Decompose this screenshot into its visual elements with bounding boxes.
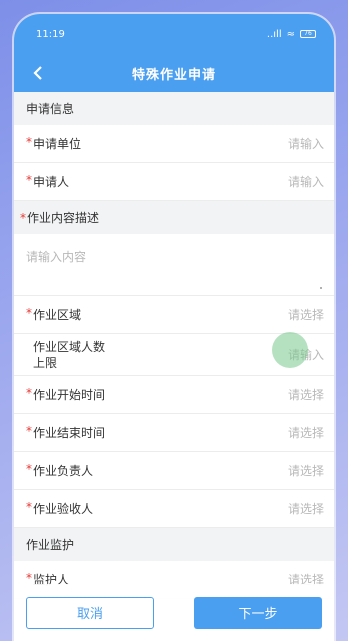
next-button[interactable]: 下一步 bbox=[194, 596, 322, 629]
status-icons: ..ıll ≈ 76 bbox=[267, 29, 316, 40]
phone-screen: 11:19 ..ıll ≈ 76 特殊作业申请 申请信息 * 申请单位 请输入 … bbox=[14, 14, 334, 641]
required-mark: * bbox=[26, 172, 32, 187]
required-mark: * bbox=[26, 385, 32, 400]
resize-handle-icon bbox=[320, 287, 322, 289]
field-label: * 申请人 bbox=[26, 172, 70, 189]
start-time-select[interactable]: 请选择 bbox=[288, 386, 324, 403]
signal-icon: ..ıll bbox=[266, 28, 282, 40]
field-responsible[interactable]: * 作业负责人 请选择 bbox=[14, 452, 334, 490]
required-mark: * bbox=[26, 570, 32, 585]
apply-unit-input[interactable]: 请输入 bbox=[288, 135, 324, 152]
footer-bar: 取消 下一步 bbox=[14, 584, 334, 641]
work-desc-textarea[interactable]: 请输入内容 bbox=[14, 234, 334, 296]
required-mark: * bbox=[26, 461, 32, 476]
work-area-select[interactable]: 请选择 bbox=[288, 306, 324, 323]
field-label: * 作业验收人 bbox=[26, 499, 94, 516]
field-end-time[interactable]: * 作业结束时间 请选择 bbox=[14, 414, 334, 452]
required-mark: * bbox=[26, 423, 32, 438]
nav-bar: 特殊作业申请 bbox=[14, 54, 334, 92]
work-desc-placeholder: 请输入内容 bbox=[26, 250, 87, 264]
field-label: * 作业区域 bbox=[26, 305, 82, 322]
wifi-icon: ≈ bbox=[286, 28, 295, 40]
required-mark: * bbox=[26, 134, 32, 149]
field-work-desc-label: * 作业内容描述 bbox=[14, 201, 334, 234]
chevron-left-icon bbox=[33, 66, 42, 80]
section-apply-info: 申请信息 bbox=[14, 92, 334, 125]
field-apply-unit[interactable]: * 申请单位 请输入 bbox=[14, 125, 334, 163]
touch-indicator bbox=[272, 332, 308, 368]
required-mark: * bbox=[20, 210, 26, 225]
status-time: 11:19 bbox=[36, 28, 65, 40]
applicant-input[interactable]: 请输入 bbox=[288, 173, 324, 190]
field-applicant[interactable]: * 申请人 请输入 bbox=[14, 163, 334, 201]
required-mark: * bbox=[26, 499, 32, 514]
page-title: 特殊作业申请 bbox=[131, 67, 216, 83]
field-label: * 作业负责人 bbox=[26, 461, 94, 478]
cancel-button[interactable]: 取消 bbox=[26, 596, 154, 629]
back-button[interactable] bbox=[28, 62, 48, 84]
battery-icon: 76 bbox=[300, 30, 316, 38]
field-acceptor[interactable]: * 作业验收人 请选择 bbox=[14, 490, 334, 528]
section-monitor: 作业监护 bbox=[14, 528, 334, 561]
acceptor-select[interactable]: 请选择 bbox=[288, 500, 324, 517]
field-label: * 作业开始时间 bbox=[26, 385, 106, 402]
field-label: * 申请单位 bbox=[26, 134, 82, 151]
end-time-select[interactable]: 请选择 bbox=[288, 424, 324, 441]
status-bar: 11:19 ..ıll ≈ 76 bbox=[14, 14, 334, 54]
field-start-time[interactable]: * 作业开始时间 请选择 bbox=[14, 376, 334, 414]
required-mark: * bbox=[26, 305, 32, 320]
field-label: * 作业结束时间 bbox=[26, 423, 106, 440]
field-label: 作业区域人数上限 bbox=[33, 339, 106, 370]
field-work-area[interactable]: * 作业区域 请选择 bbox=[14, 296, 334, 334]
responsible-select[interactable]: 请选择 bbox=[288, 462, 324, 479]
